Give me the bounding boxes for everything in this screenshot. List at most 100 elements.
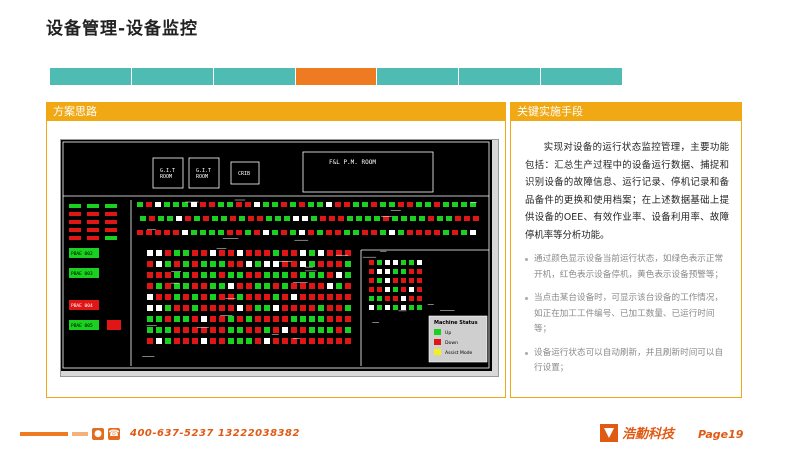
machine-tile[interactable] <box>255 250 261 256</box>
machine-tile[interactable] <box>327 338 333 344</box>
machine-tile[interactable] <box>318 283 324 289</box>
machine-tile[interactable] <box>201 272 207 278</box>
machine-tile[interactable] <box>389 202 395 207</box>
machine-tile[interactable] <box>336 272 342 278</box>
machine-tile[interactable] <box>210 272 216 278</box>
machine-tile[interactable] <box>254 202 260 207</box>
machine-tile[interactable] <box>393 260 398 265</box>
machine-tile[interactable] <box>167 216 173 221</box>
machine-tile[interactable] <box>105 220 117 224</box>
machine-tile[interactable] <box>309 327 315 333</box>
machine-tile[interactable] <box>452 230 458 235</box>
machine-tile[interactable] <box>210 261 216 267</box>
machine-tile[interactable] <box>173 230 179 235</box>
machine-tile[interactable] <box>105 228 117 232</box>
machine-tile[interactable] <box>201 261 207 267</box>
machine-tile[interactable] <box>275 216 281 221</box>
machine-tile[interactable] <box>156 305 162 311</box>
machine-tile[interactable] <box>239 216 245 221</box>
machine-tile[interactable] <box>401 287 406 292</box>
machine-tile[interactable] <box>246 294 252 300</box>
machine-tile[interactable] <box>345 261 351 267</box>
machine-tile[interactable] <box>246 327 252 333</box>
machine-tile[interactable] <box>105 204 117 208</box>
machine-tile[interactable] <box>401 278 406 283</box>
machine-tile[interactable] <box>209 230 215 235</box>
machine-tile[interactable] <box>326 230 332 235</box>
machine-tile[interactable] <box>201 294 207 300</box>
machine-tile[interactable] <box>255 294 261 300</box>
machine-tile[interactable] <box>218 202 224 207</box>
machine-tile[interactable] <box>218 230 224 235</box>
machine-tile[interactable] <box>246 261 252 267</box>
machine-tile[interactable] <box>369 296 374 301</box>
machine-tile[interactable] <box>353 230 359 235</box>
machine-tile[interactable] <box>182 230 188 235</box>
machine-tile[interactable] <box>192 250 198 256</box>
machine-tile[interactable] <box>245 230 251 235</box>
machine-tile[interactable] <box>443 202 449 207</box>
machine-tile[interactable] <box>362 202 368 207</box>
machine-tile[interactable] <box>401 305 406 310</box>
machine-tile[interactable] <box>434 230 440 235</box>
machine-tile[interactable] <box>338 216 344 221</box>
machine-tile[interactable] <box>203 216 209 221</box>
machine-tile[interactable] <box>201 327 207 333</box>
machine-tile[interactable] <box>105 236 117 240</box>
machine-tile[interactable] <box>246 316 252 322</box>
machine-tile[interactable] <box>318 338 324 344</box>
machine-tile[interactable] <box>473 216 479 221</box>
machine-tile[interactable] <box>264 305 270 311</box>
machine-tile[interactable] <box>201 305 207 311</box>
machine-tile[interactable] <box>318 294 324 300</box>
machine-tile[interactable] <box>302 216 308 221</box>
machine-tile[interactable] <box>228 305 234 311</box>
machine-tile[interactable] <box>87 204 99 208</box>
machine-tile[interactable] <box>470 230 476 235</box>
machine-tile[interactable] <box>291 272 297 278</box>
machine-tile[interactable] <box>264 283 270 289</box>
machine-tile[interactable] <box>192 283 198 289</box>
machine-tile[interactable] <box>237 327 243 333</box>
machine-tile[interactable] <box>446 216 452 221</box>
machine-tile[interactable] <box>147 305 153 311</box>
machine-tile[interactable] <box>228 316 234 322</box>
machine-tile[interactable] <box>219 327 225 333</box>
machine-tile[interactable] <box>369 278 374 283</box>
machine-tile[interactable] <box>147 316 153 322</box>
machine-tile[interactable] <box>393 287 398 292</box>
machine-tile[interactable] <box>318 327 324 333</box>
machine-tile[interactable] <box>377 287 382 292</box>
machine-tile[interactable] <box>377 278 382 283</box>
machine-tile[interactable] <box>407 230 413 235</box>
machine-tile[interactable] <box>291 250 297 256</box>
machine-tile[interactable] <box>300 338 306 344</box>
machine-tile[interactable] <box>410 216 416 221</box>
machine-tile[interactable] <box>264 261 270 267</box>
machine-tile[interactable] <box>282 272 288 278</box>
machine-tile[interactable] <box>210 250 216 256</box>
machine-tile[interactable] <box>398 230 404 235</box>
machine-tile[interactable] <box>146 202 152 207</box>
machine-tile[interactable] <box>185 216 191 221</box>
machine-tile[interactable] <box>317 230 323 235</box>
machine-tile[interactable] <box>327 250 333 256</box>
machine-tile[interactable] <box>147 250 153 256</box>
machine-tile[interactable] <box>290 202 296 207</box>
machine-tile[interactable] <box>327 316 333 322</box>
machine-tile[interactable] <box>173 202 179 207</box>
machine-tile[interactable] <box>309 261 315 267</box>
machine-tile[interactable] <box>417 260 422 265</box>
machine-tile[interactable] <box>282 261 288 267</box>
machine-tile[interactable] <box>87 220 99 224</box>
machine-tile[interactable] <box>320 216 326 221</box>
machine-tile[interactable] <box>327 305 333 311</box>
machine-tile[interactable] <box>345 305 351 311</box>
machine-tile[interactable] <box>291 338 297 344</box>
machine-tile[interactable] <box>174 250 180 256</box>
machine-tile[interactable] <box>464 216 470 221</box>
machine-tile[interactable] <box>377 260 382 265</box>
machine-tile[interactable] <box>201 338 207 344</box>
machine-tile[interactable] <box>409 305 414 310</box>
machine-tile[interactable] <box>158 216 164 221</box>
